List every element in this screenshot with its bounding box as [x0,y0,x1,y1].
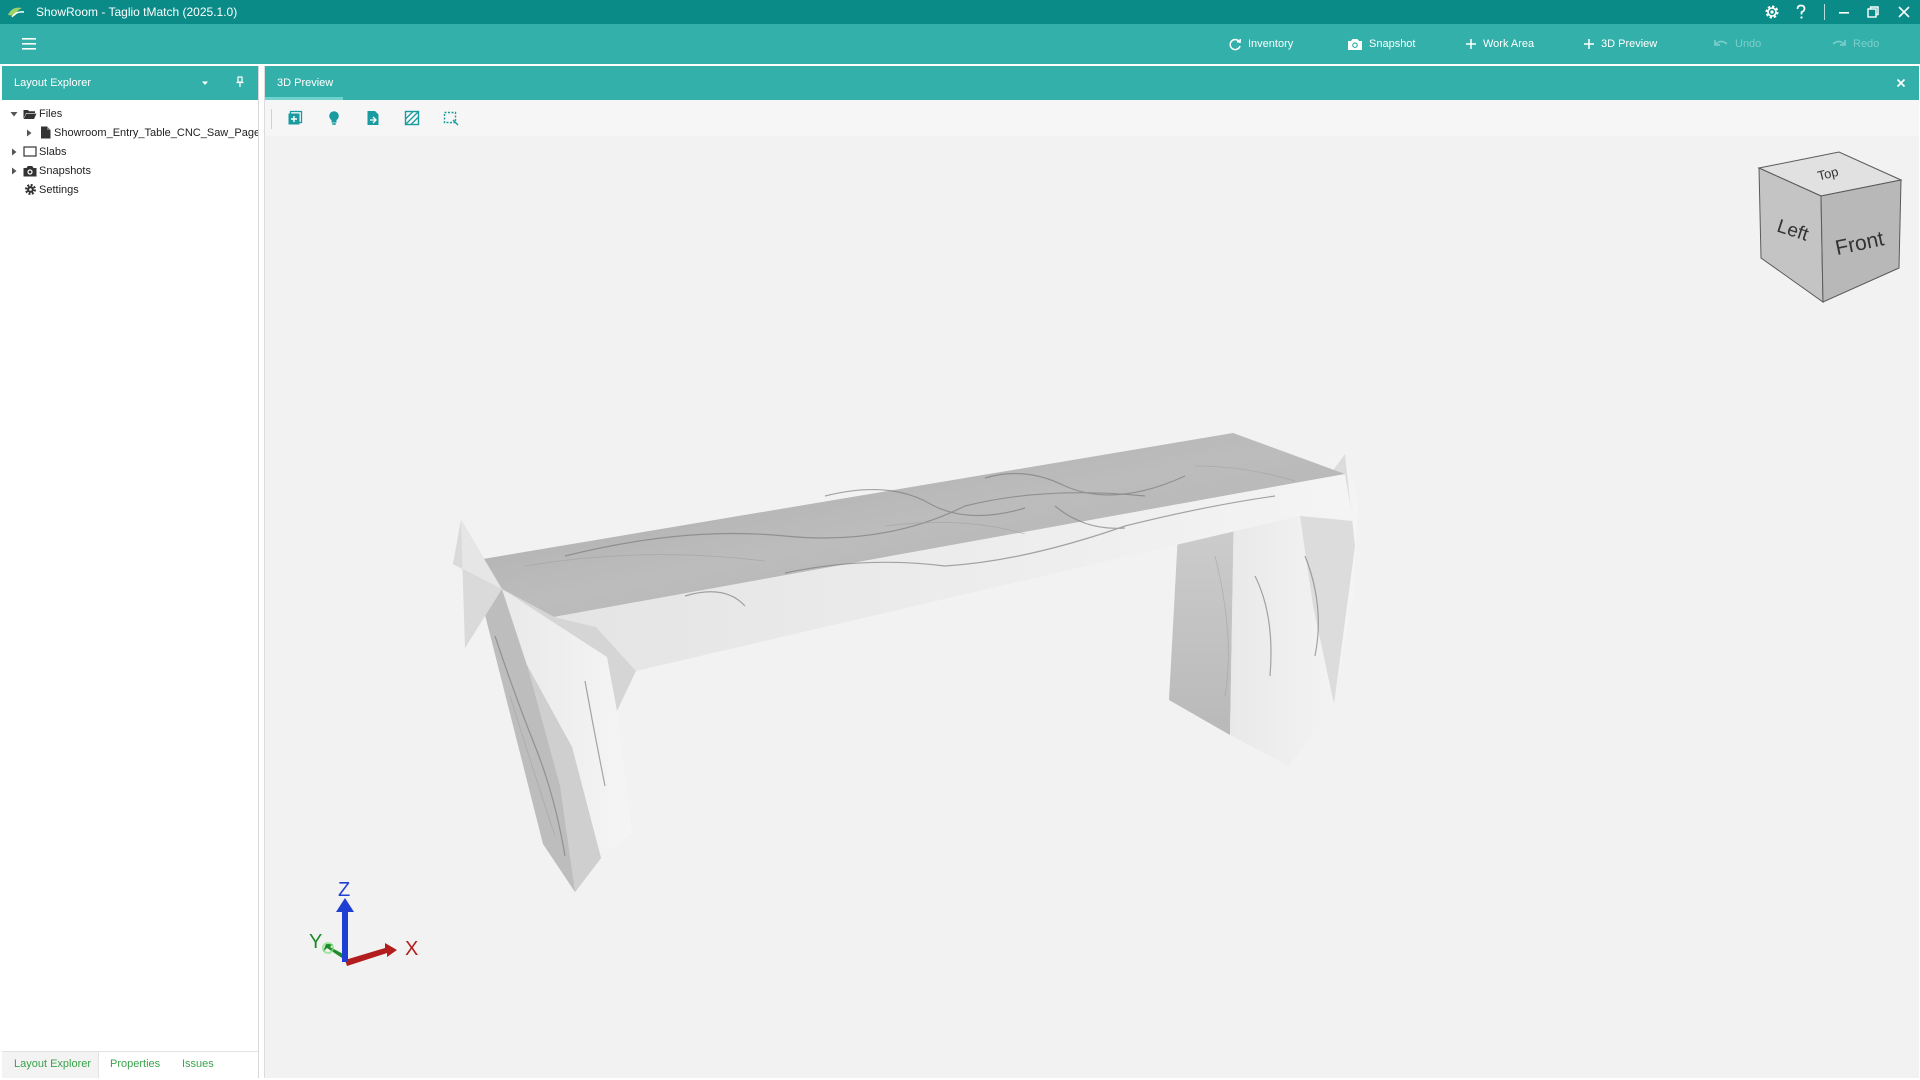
collapsed-arrow-icon[interactable] [23,127,35,139]
x-axis-arrow [345,943,397,966]
viewport-toolbar [265,100,1919,136]
table-model[interactable] [453,433,1358,892]
axis-triad: X Y Z [305,882,435,972]
view-cube[interactable]: Top Left Front [1755,150,1905,304]
selection-box-icon[interactable] [441,108,461,128]
inventory-label: Inventory [1248,38,1294,50]
title-separator [1824,4,1825,20]
tree-item-label: Slabs [39,145,67,158]
slab-icon [23,145,37,159]
tree-item-label: Showroom_Entry_Table_CNC_Saw_Page_1 [54,126,258,139]
work-area-label: Work Area [1483,38,1535,50]
redo-icon [1831,38,1847,50]
collapsed-arrow-icon[interactable] [8,146,20,158]
refresh-icon [1228,37,1242,51]
3d-preview-label: 3D Preview [1601,38,1658,50]
tree-item-snapshots[interactable]: Snapshots [2,161,258,180]
panel-title: Layout Explorer [14,77,92,89]
3d-viewport[interactable] [265,136,1919,1078]
undo-button[interactable]: Undo [1713,24,1761,64]
collapsed-arrow-icon[interactable] [8,165,20,177]
pin-icon[interactable] [233,75,247,89]
snapshot-label: Snapshot [1369,38,1416,50]
redo-label: Redo [1853,38,1880,50]
light-bulb-icon[interactable] [324,108,344,128]
document-tab-bar: 3D Preview [265,66,1919,100]
tab-layout-explorer[interactable]: Layout Explorer [14,1058,91,1070]
help-icon[interactable] [1791,2,1811,22]
tab-label: 3D Preview [277,77,334,89]
tree-item-files[interactable]: Files [2,104,258,123]
minimize-icon[interactable] [1834,2,1854,22]
tab-properties[interactable]: Properties [110,1058,160,1070]
x-axis-label: X [405,938,418,960]
redo-button[interactable]: Redo [1831,24,1879,64]
title-bar: ShowRoom - Taglio tMatch (2025.1.0) [0,0,1920,24]
tree-item-label: Files [39,107,63,120]
gear-icon [23,183,37,197]
toolbar-separator [271,109,272,129]
settings-icon[interactable] [1762,2,1782,22]
snapshot-button[interactable]: Snapshot [1347,24,1415,64]
tree-item-file[interactable]: Showroom_Entry_Table_CNC_Saw_Page_1 [2,123,258,142]
layout-tree: Files Showroom_Entry_Table_CNC_Saw_Page_… [2,104,258,199]
folder-open-icon [23,107,37,121]
layout-explorer-panel: Layout Explorer Files Showroom_Entry_Tab… [2,66,259,1078]
main-toolbar: Inventory Snapshot Work Area 3D Preview … [0,24,1920,64]
tree-item-label: Snapshots [39,164,91,177]
plus-icon [1583,38,1595,50]
camera-icon [23,164,37,178]
app-logo-icon [6,5,26,19]
plus-icon [1465,38,1477,50]
tree-item-slabs[interactable]: Slabs [2,142,258,161]
close-icon[interactable] [1894,2,1914,22]
expanded-arrow-icon[interactable] [8,108,20,120]
z-axis-label: Z [338,882,350,901]
hamburger-menu-icon[interactable] [18,34,40,54]
window-title: ShowRoom - Taglio tMatch (2025.1.0) [36,5,238,19]
tree-item-settings[interactable]: Settings [2,180,258,199]
3d-preview-pane: 3D Preview Top Left Front X Y Z [264,66,1919,1078]
chevron-down-icon[interactable] [198,76,212,90]
tab-3d-preview[interactable]: 3D Preview [265,66,343,100]
export-file-icon[interactable] [363,108,383,128]
3d-preview-button[interactable]: 3D Preview [1583,24,1657,64]
camera-icon [1347,37,1363,51]
restore-icon[interactable] [1863,2,1883,22]
file-icon [38,126,52,140]
undo-icon [1713,38,1729,50]
tab-issues[interactable]: Issues [182,1058,214,1070]
y-axis-label: Y [309,931,322,953]
close-tab-icon[interactable] [1893,75,1909,91]
work-area-button[interactable]: Work Area [1465,24,1534,64]
panel-bottom-tabs: Layout Explorer Properties Issues [2,1051,258,1078]
inventory-button[interactable]: Inventory [1228,24,1293,64]
tree-item-label: Settings [39,183,79,196]
hatch-icon[interactable] [402,108,422,128]
panel-header: Layout Explorer [2,66,258,100]
undo-label: Undo [1735,38,1762,50]
add-view-icon[interactable] [285,108,305,128]
